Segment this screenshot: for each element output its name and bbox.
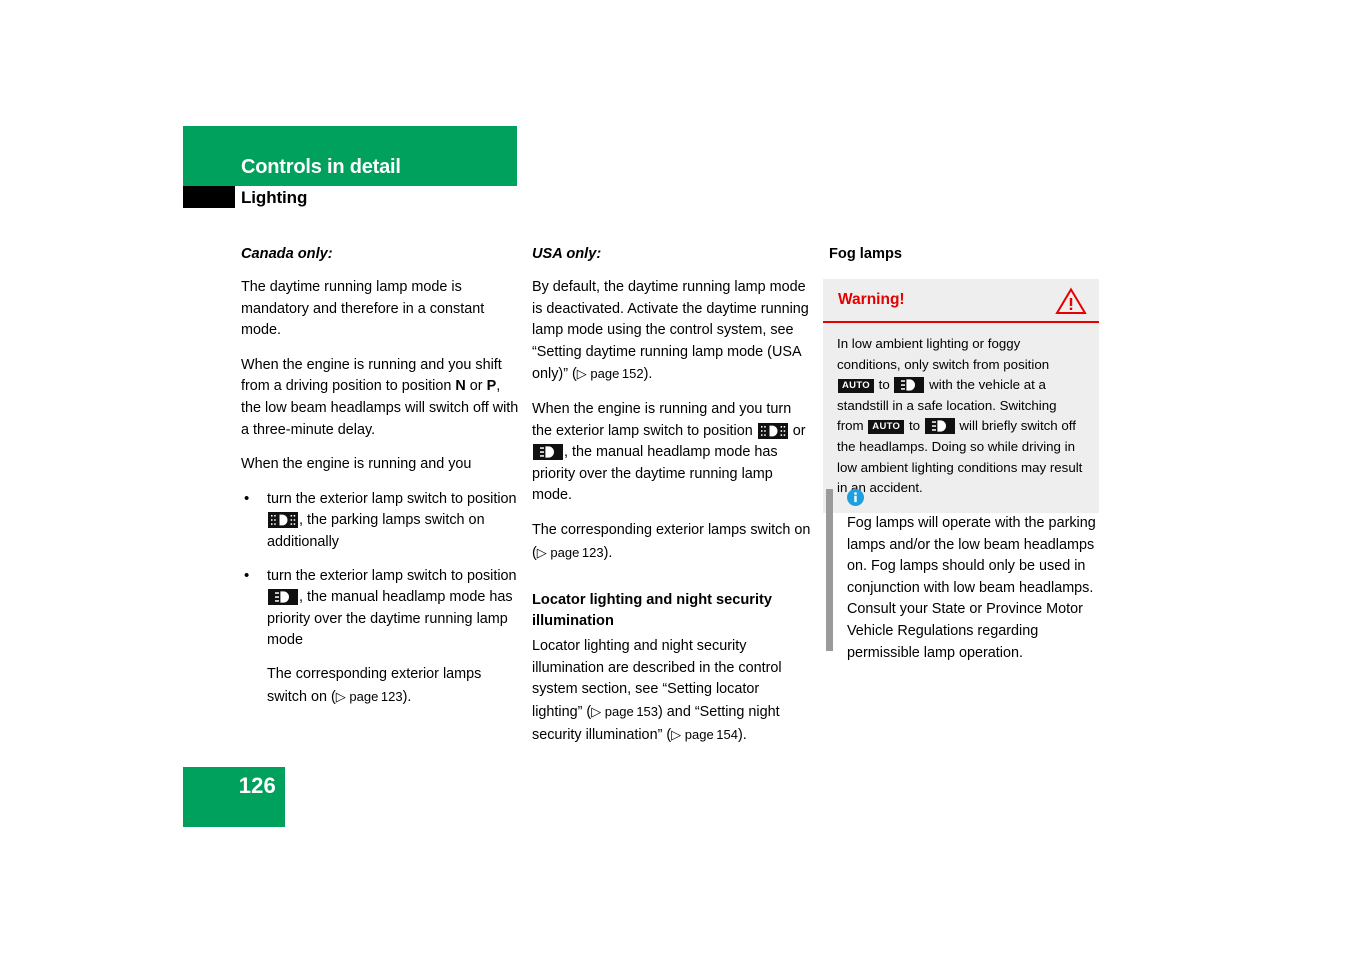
low-beam-headlamp-icon — [533, 444, 563, 461]
usa-p2-mid: or — [788, 422, 806, 439]
usa-p1-before: By default, the daytime running lamp mod… — [532, 279, 809, 383]
warning-label: Warning! — [838, 291, 905, 308]
usa-paragraph-2: When the engine is running and you turn … — [532, 399, 812, 507]
usa-p2-after: , the manual headlamp mode has priority … — [532, 444, 778, 504]
warning-header: Warning! — [823, 279, 1099, 323]
gear-position-p: P — [486, 378, 497, 395]
page-number-block: 126 — [183, 767, 285, 827]
canada-paragraph-3: When the engine is running and you — [241, 456, 472, 473]
usa-paragraph-1: By default, the daytime running lamp mod… — [532, 277, 812, 386]
bullet1-text-after: , the parking lamps switch on additional… — [267, 512, 485, 550]
page-reference-link[interactable]: ▷ page 152 — [577, 363, 644, 385]
info-icon — [847, 489, 1104, 511]
low-beam-headlamp-icon — [894, 377, 925, 394]
page-reference-link[interactable]: ▷ page 123 — [336, 686, 403, 708]
usa-paragraph-3: The corresponding exterior lamps switch … — [532, 520, 812, 564]
warning-callout: Warning! In low ambient lighting or fogg… — [823, 279, 1099, 513]
usa-p4-after: ). — [737, 726, 747, 743]
canada-bullet-list: turn the exterior lamp switch to positio… — [241, 488, 521, 652]
gear-conjunction: or — [465, 378, 487, 395]
canada-only-heading: Canada only: — [241, 246, 333, 262]
low-beam-headlamp-icon — [268, 589, 298, 606]
warning-text-to-1: to — [874, 377, 894, 393]
fog-lamps-heading: Fog lamps — [829, 246, 902, 262]
parking-lamp-icon — [757, 422, 788, 439]
usa-p1-after: ). — [643, 366, 653, 383]
section-tab-marker — [183, 186, 235, 208]
chapter-title: Controls in detail — [241, 156, 401, 178]
info-callout: Fog lamps will operate with the parking … — [826, 489, 1104, 664]
low-beam-headlamp-icon — [924, 418, 955, 435]
info-accent-bar — [826, 489, 833, 651]
auto-position-badge: AUTO — [868, 420, 905, 435]
section-title: Lighting — [241, 188, 308, 207]
locator-lighting-heading: Locator lighting and night security illu… — [532, 592, 772, 630]
usa-p3-after: ). — [603, 544, 613, 561]
page-reference-link[interactable]: ▷ page 153 — [591, 701, 658, 723]
list-item: turn the exterior lamp switch to positio… — [241, 565, 521, 652]
page-reference-link[interactable]: ▷ page 123 — [537, 542, 604, 564]
warning-text-1: In low ambient lighting or foggy conditi… — [837, 336, 1050, 372]
canada-subparagraph: The corresponding exterior lamps switch … — [241, 664, 521, 708]
warning-body: In low ambient lighting or foggy conditi… — [823, 323, 1099, 513]
page-number: 126 — [238, 773, 276, 798]
gear-position-n: N — [455, 378, 466, 395]
canada-paragraph-2: When the engine is running and you shift… — [241, 355, 521, 441]
warning-triangle-icon — [1055, 287, 1087, 320]
info-body: Fog lamps will operate with the parking … — [847, 515, 1096, 661]
usa-p2-before: When the engine is running and you turn … — [532, 400, 792, 439]
list-item: turn the exterior lamp switch to positio… — [241, 488, 521, 554]
bullet2-text-before: turn the exterior lamp switch to positio… — [267, 567, 517, 584]
usa-only-heading: USA only: — [532, 246, 602, 262]
auto-position-badge: AUTO — [838, 379, 874, 394]
column-right: Fog lamps — [829, 244, 1101, 269]
canada-paragraph-1: The daytime running lamp mode is mandato… — [241, 279, 485, 339]
subpara-after: ). — [402, 688, 412, 705]
column-left: Canada only: The daytime running lamp mo… — [241, 244, 521, 708]
bullet1-text-before: turn the exterior lamp switch to positio… — [267, 490, 517, 507]
column-middle: USA only: By default, the daytime runnin… — [532, 244, 812, 746]
page-reference-link[interactable]: ▷ page 154 — [671, 724, 738, 746]
bullet2-text-after: , the manual headlamp mode has priority … — [267, 589, 513, 649]
parking-lamp-icon — [268, 512, 298, 529]
usa-paragraph-4: Locator lighting and night security illu… — [532, 636, 812, 746]
warning-text-to-2: to — [905, 418, 924, 434]
